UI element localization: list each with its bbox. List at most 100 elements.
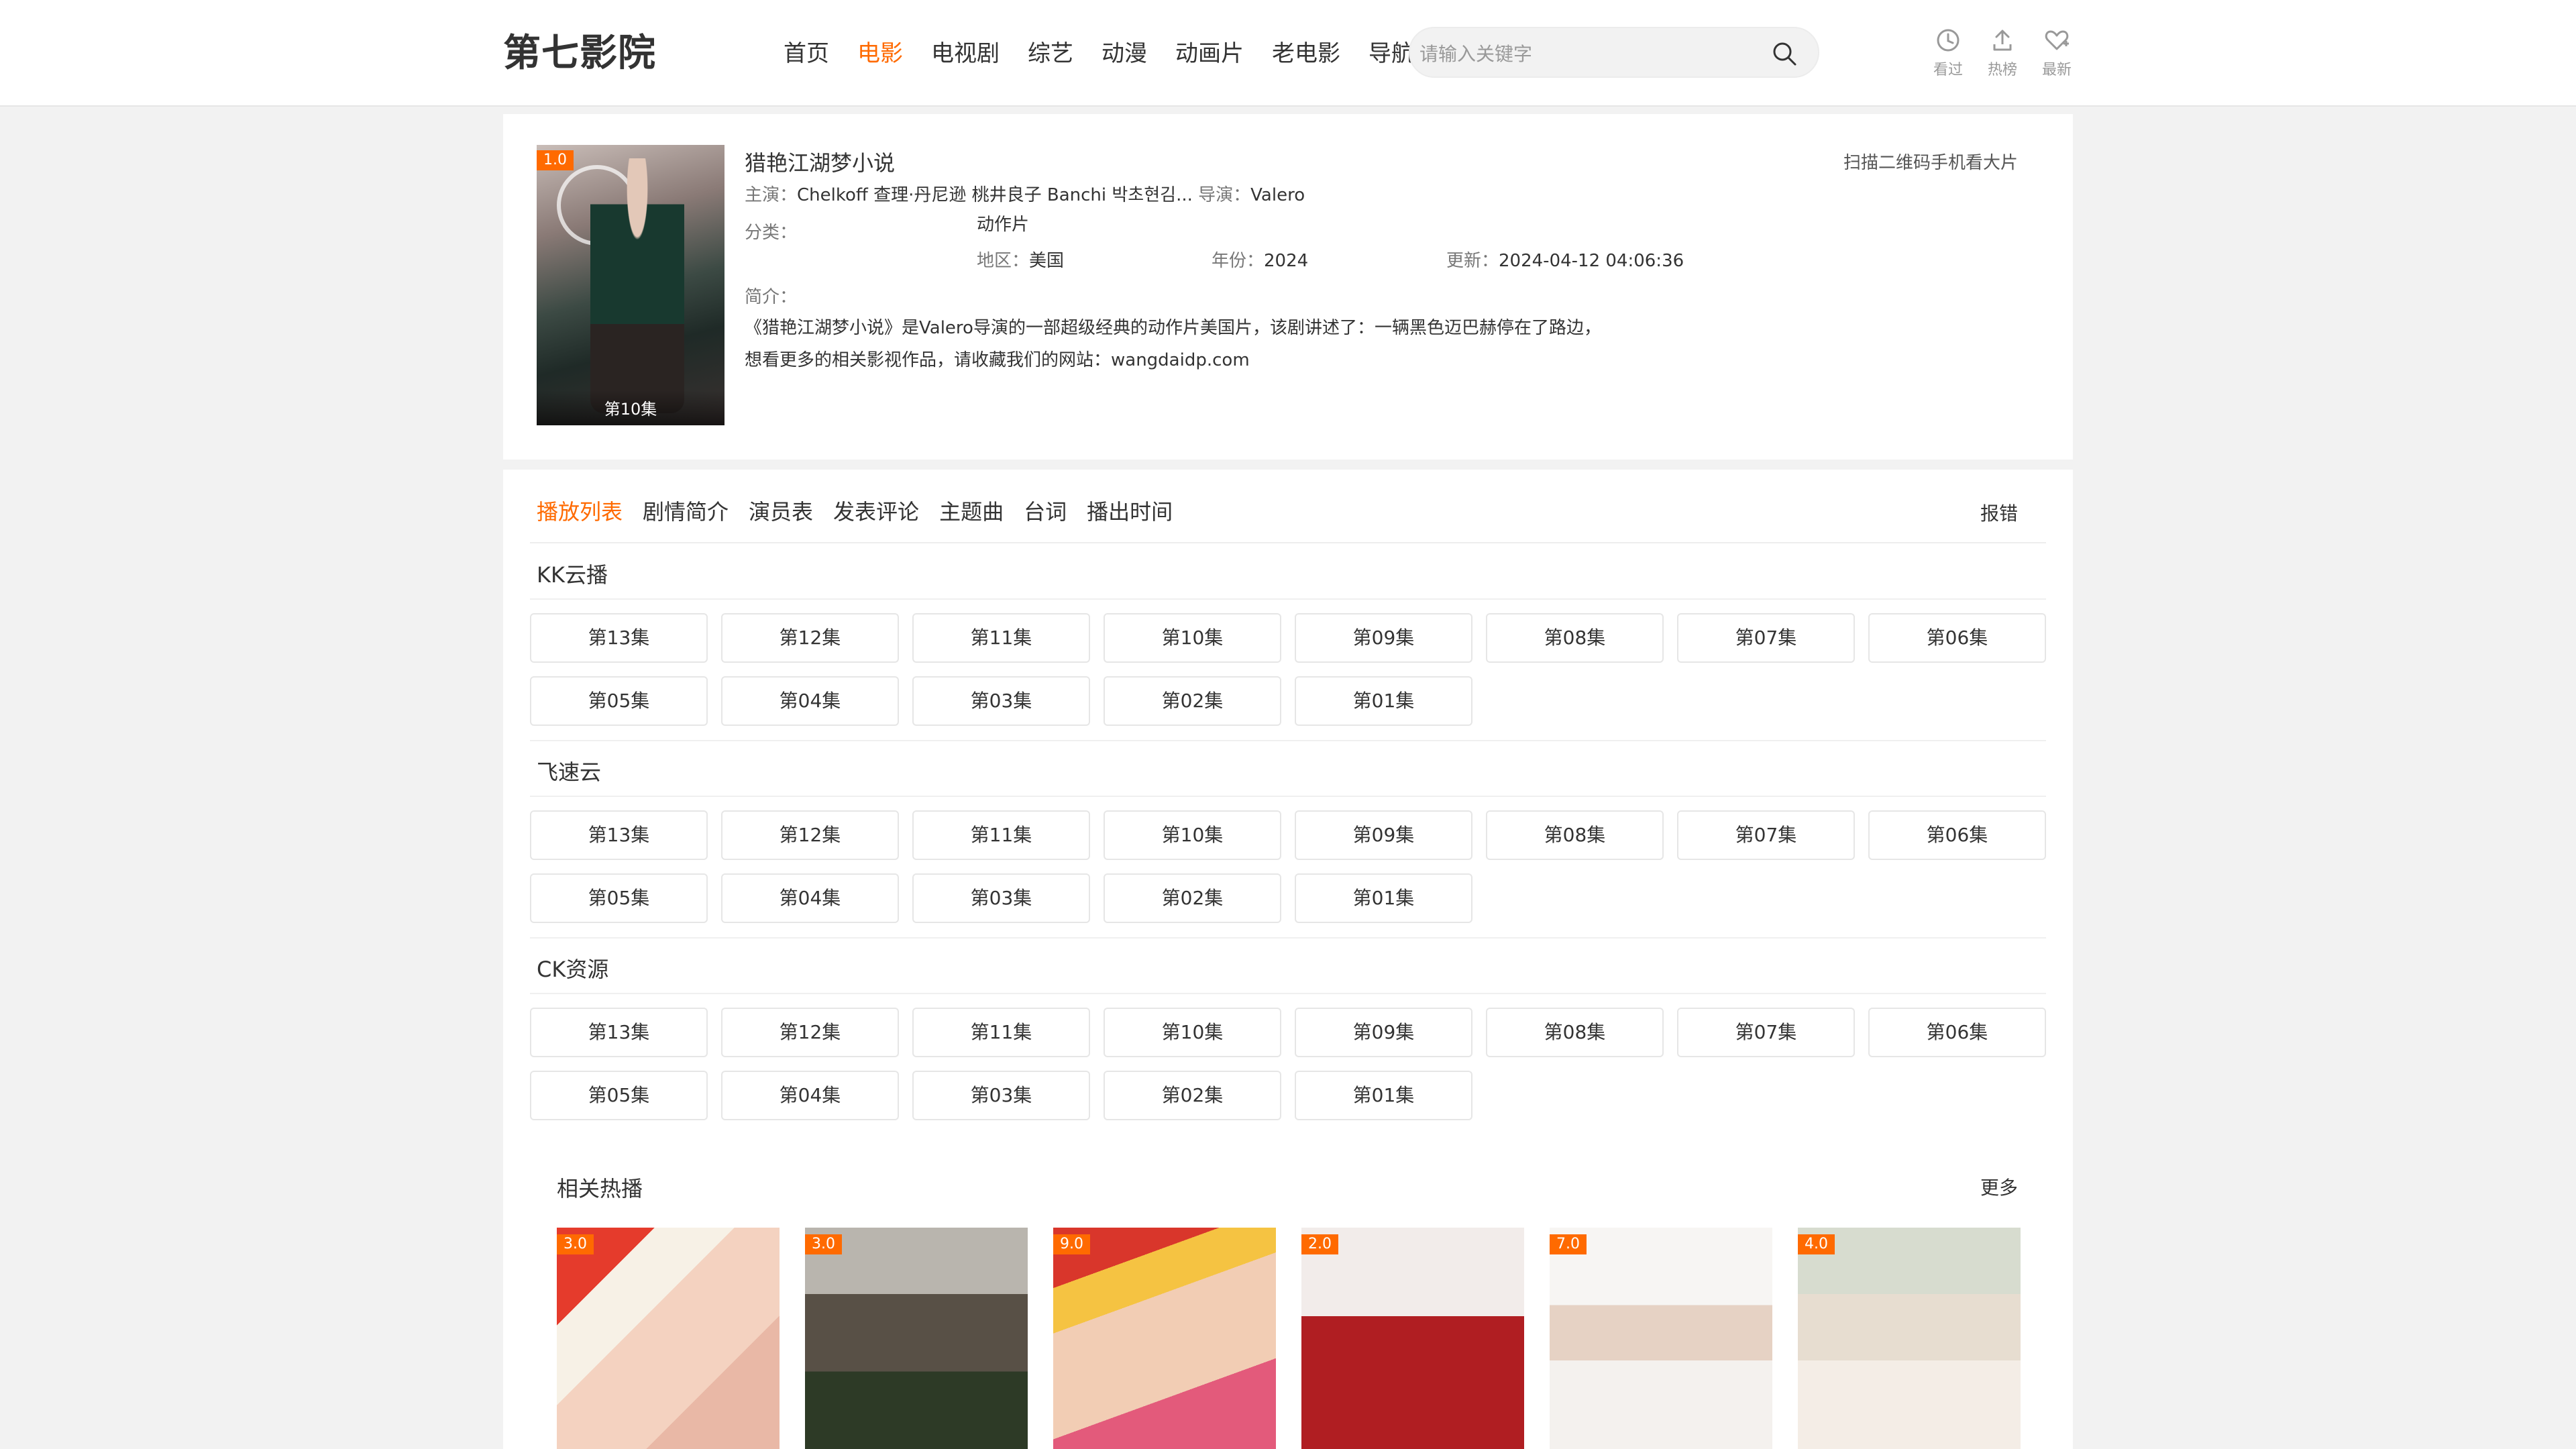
nav-item-cartoon[interactable]: 动画片 [1175,38,1244,70]
intro-line-1: 《猎艳江湖梦小说》是Valero导演的一部超级经典的动作片美国片，该剧讲述了：一… [745,318,1601,338]
header-hot[interactable]: 热榜 [1976,27,2029,94]
nav-item-home[interactable]: 首页 [784,38,829,70]
episode-button[interactable]: 第03集 [912,676,1090,726]
actors-line: 主演：Chelkoff 查理·丹尼逊 桃井良子 Banchi 박초현김... 导… [745,181,1305,206]
episode-button[interactable]: 第06集 [1868,810,2046,860]
episode-button[interactable]: 第12集 [721,810,899,860]
tab-airtime[interactable]: 播出时间 [1087,496,1173,527]
episode-button[interactable]: 第09集 [1295,613,1472,663]
episode-button[interactable]: 第13集 [530,613,708,663]
episode-button[interactable]: 第07集 [1677,1008,1855,1057]
divider [530,542,2046,543]
region-line: 地区：美国 [977,247,1064,272]
nav-item-variety[interactable]: 综艺 [1028,38,1073,70]
divider [530,598,2046,600]
nav-item-classic[interactable]: 老电影 [1272,38,1340,70]
search-input[interactable] [1419,38,1755,70]
tab-playlist[interactable]: 播放列表 [537,496,623,527]
episode-button[interactable]: 第01集 [1295,676,1472,726]
score-badge: 4.0 [1798,1234,1835,1254]
category-link[interactable]: 动作片 [977,215,1029,235]
episode-button[interactable]: 第03集 [912,873,1090,923]
director-value[interactable]: Valero [1250,185,1305,205]
episode-button[interactable]: 第13集 [530,810,708,860]
score-badge: 3.0 [557,1234,594,1254]
movie-detail: 1.0 第10集 猎艳江湖梦小说 扫描二维码手机看大片 主演：Chelkoff … [503,114,2073,460]
episode-button[interactable]: 第02集 [1104,676,1281,726]
related-card[interactable]: 2.0 [1301,1228,1524,1449]
search-icon[interactable] [1771,40,1798,67]
episode-button[interactable]: 第09集 [1295,1008,1472,1057]
related-card[interactable]: 7.0 [1550,1228,1772,1449]
episode-button[interactable]: 第02集 [1104,873,1281,923]
episode-button[interactable]: 第06集 [1868,1008,2046,1057]
score-badge: 3.0 [805,1234,842,1254]
nav-item-tv[interactable]: 电视剧 [931,38,1000,70]
updated-value: 2024-04-12 04:06:36 [1499,251,1684,271]
episode-button[interactable]: 第04集 [721,1071,899,1120]
episode-button[interactable]: 第09集 [1295,810,1472,860]
episode-button[interactable]: 第11集 [912,613,1090,663]
episode-button[interactable]: 第10集 [1104,1008,1281,1057]
episode-button[interactable]: 第05集 [530,1071,708,1120]
tab-comments[interactable]: 发表评论 [833,496,919,527]
tab-synopsis[interactable]: 剧情简介 [643,496,729,527]
episode-button[interactable]: 第13集 [530,1008,708,1057]
related-card[interactable]: 4.0 [1798,1228,2021,1449]
history-icon [1937,29,1960,52]
nav-item-anime[interactable]: 动漫 [1102,38,1147,70]
episode-button[interactable]: 第10集 [1104,613,1281,663]
site-logo[interactable]: 第七影院 [503,23,656,77]
actors-value[interactable]: Chelkoff 查理·丹尼逊 桃井良子 Banchi 박초현김... [797,185,1193,205]
related-title: 相关热播 [557,1176,643,1201]
episode-button[interactable]: 第08集 [1486,613,1664,663]
tab-theme-song[interactable]: 主题曲 [939,496,1004,527]
episode-button[interactable]: 第08集 [1486,810,1664,860]
report-error-link[interactable]: 报错 [1980,499,2018,526]
related-card[interactable]: 3.0 [557,1228,780,1449]
related-more-link[interactable]: 更多 [1980,1173,2018,1200]
episode-button[interactable]: 第04集 [721,676,899,726]
episode-button[interactable]: 第07集 [1677,613,1855,663]
related-card[interactable]: 3.0 [805,1228,1028,1449]
tab-cast[interactable]: 演员表 [749,496,813,527]
updated-label: 更新： [1446,251,1499,271]
episode-button[interactable]: 第11集 [912,810,1090,860]
episode-list: 第13集 第12集 第11集 第10集 第09集 第08集 第07集 第06集 … [530,1008,2053,1120]
episode-button[interactable]: 第05集 [530,676,708,726]
movie-title: 猎艳江湖梦小说 [745,150,896,176]
episode-button[interactable]: 第11集 [912,1008,1090,1057]
year-value: 2024 [1264,251,1309,271]
episode-button[interactable]: 第03集 [912,1071,1090,1120]
upload-icon [1993,30,2012,51]
episode-button[interactable]: 第05集 [530,873,708,923]
episode-button[interactable]: 第10集 [1104,810,1281,860]
episode-button[interactable]: 第08集 [1486,1008,1664,1057]
intro-text-2: 想看更多的相关影视作品，请收藏我们的网站：wangdaidp.com [745,346,1250,371]
episode-button[interactable]: 第07集 [1677,810,1855,860]
header-latest[interactable]: 最新 [2030,27,2084,94]
episode-button[interactable]: 第04集 [721,873,899,923]
detail-tabs: 播放列表 剧情简介 演员表 发表评论 主题曲 台词 播出时间 [537,496,1193,527]
score-badge: 2.0 [1301,1234,1338,1254]
episode-button[interactable]: 第12集 [721,613,899,663]
header-history[interactable]: 看过 [1921,27,1975,94]
related-card[interactable]: 9.0 [1053,1228,1276,1449]
qr-code-link[interactable]: 扫描二维码手机看大片 [1843,149,2018,174]
episode-button[interactable]: 第12集 [721,1008,899,1057]
year-line: 年份：2024 [1212,247,1308,272]
heart-icon [2045,30,2069,50]
actors-label: 主演： [745,185,798,205]
episode-button[interactable]: 第06集 [1868,613,2046,663]
episode-button[interactable]: 第01集 [1295,873,1472,923]
tab-lines[interactable]: 台词 [1024,496,1067,527]
region-label: 地区： [977,251,1030,271]
source-title: KK云播 [537,562,608,588]
episode-button[interactable]: 第01集 [1295,1071,1472,1120]
latest-label: 最新 [2041,62,2072,78]
nav-item-movies[interactable]: 电影 [857,38,903,70]
divider [530,937,2046,938]
intro-text-1: 《猎艳江湖梦小说》是Valero导演的一部超级经典的动作片美国片，该剧讲述了：一… [745,314,1601,339]
episode-button[interactable]: 第02集 [1104,1071,1281,1120]
movie-poster[interactable]: 1.0 第10集 [537,145,724,425]
